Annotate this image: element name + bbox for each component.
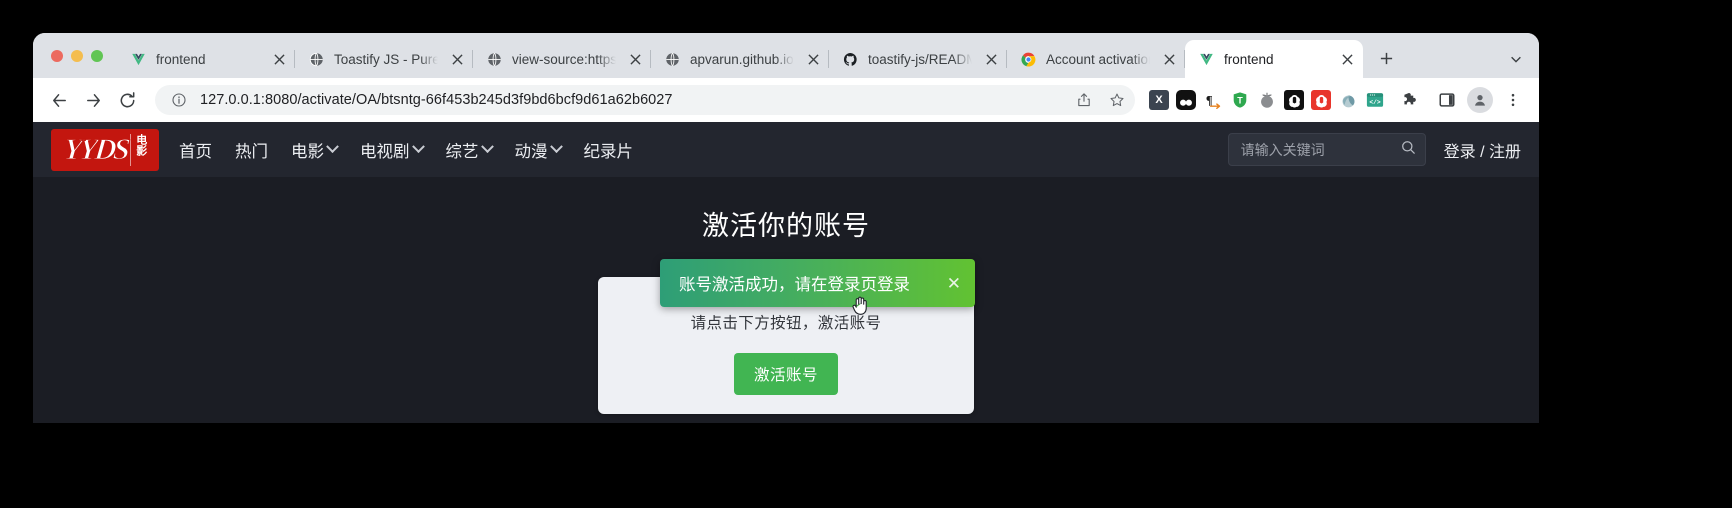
site-header: YYDS 电影 首页 热门 电影 电视剧 综艺 动漫 纪录片 请输入关键词 登录… xyxy=(33,122,1539,177)
close-tab-button[interactable] xyxy=(625,49,645,69)
chevron-down-icon xyxy=(480,140,494,154)
nav-item-label: 电视剧 xyxy=(360,142,410,161)
tab-strip: frontend Toastify JS - Pure view-source:… xyxy=(33,33,1539,78)
close-tab-button[interactable] xyxy=(447,49,467,69)
github-icon xyxy=(842,51,859,68)
star-icon[interactable] xyxy=(1105,88,1129,112)
nav-item-label: 热门 xyxy=(235,142,268,161)
chevron-down-icon xyxy=(411,140,425,154)
close-tab-button[interactable] xyxy=(803,49,823,69)
browser-window: frontend Toastify JS - Pure view-source:… xyxy=(33,33,1539,423)
activate-account-button[interactable]: 激活账号 xyxy=(733,353,838,395)
nav-item-label: 首页 xyxy=(179,142,212,161)
nav-item-movies[interactable]: 电影 xyxy=(291,138,339,162)
nav-item-anime[interactable]: 动漫 xyxy=(514,138,563,162)
browser-tab-1[interactable]: frontend xyxy=(117,40,295,78)
chevron-down-icon xyxy=(326,140,339,154)
site-logo-mark: YYDS xyxy=(62,132,130,166)
globe-icon xyxy=(486,51,503,68)
forward-arrow-icon[interactable] xyxy=(77,84,109,116)
code-window-extension-icon[interactable]: </> xyxy=(1365,90,1385,110)
login-register-link[interactable]: 登录 / 注册 xyxy=(1444,138,1521,162)
browser-tab-5[interactable]: toastify-js/READM xyxy=(829,40,1007,78)
extension-icons: X ¶ T </> xyxy=(1145,90,1385,110)
tab-title: frontend xyxy=(1224,51,1274,67)
globe-icon xyxy=(664,51,681,68)
svg-text:</>: </> xyxy=(1369,99,1381,106)
site-nav: 首页 热门 电影 电视剧 综艺 动漫 纪录片 xyxy=(179,138,633,162)
toast-notification[interactable]: 账号激活成功，请在登录页登录 ✕ xyxy=(660,259,975,307)
person-avatar-icon[interactable] xyxy=(1467,87,1493,113)
globe-icon xyxy=(308,51,325,68)
browser-tab-6[interactable]: Account activation xyxy=(1007,40,1185,78)
maximize-window-button[interactable] xyxy=(91,49,103,62)
svg-text:¶: ¶ xyxy=(1205,93,1212,107)
back-arrow-icon[interactable] xyxy=(43,84,75,116)
toast-message: 账号激活成功，请在登录页登录 xyxy=(679,276,910,294)
tab-title: Toastify JS - Pure xyxy=(334,51,438,67)
swirl-extension-icon[interactable] xyxy=(1338,90,1358,110)
openai-red-extension-icon[interactable] xyxy=(1311,90,1331,110)
nav-item-tv-series[interactable]: 电视剧 xyxy=(360,138,425,162)
nav-item-documentary[interactable]: 纪录片 xyxy=(584,138,634,162)
new-tab-button[interactable] xyxy=(1371,43,1401,73)
chrome-icon xyxy=(1020,51,1037,68)
close-window-button[interactable] xyxy=(51,49,63,62)
three-dot-menu-icon[interactable] xyxy=(1497,84,1529,116)
panda-extension-icon[interactable] xyxy=(1176,90,1196,110)
card-instruction-text: 请点击下方按钮，激活账号 xyxy=(690,315,882,332)
tomato-timer-extension-icon[interactable] xyxy=(1257,90,1277,110)
site-logo-sub: 电影 xyxy=(130,133,147,166)
nav-item-variety[interactable]: 综艺 xyxy=(445,138,494,162)
browser-toolbar: 127.0.0.1:8080/activate/OA/btsntg-66f453… xyxy=(33,78,1539,122)
vue-icon xyxy=(130,51,147,68)
nav-item-label: 电影 xyxy=(291,142,324,161)
tab-title: apvarun.github.io/ xyxy=(690,51,794,67)
nav-item-label: 综艺 xyxy=(445,142,479,161)
openai-dark-extension-icon[interactable] xyxy=(1284,90,1304,110)
browser-tab-3[interactable]: view-source:https xyxy=(473,40,651,78)
share-icon[interactable] xyxy=(1072,88,1096,112)
x-extension-icon[interactable]: X xyxy=(1149,90,1169,110)
search-input[interactable]: 请输入关键词 xyxy=(1241,140,1400,160)
x-extension-glyph: X xyxy=(1155,94,1163,106)
info-circle-icon[interactable] xyxy=(167,88,191,112)
close-tab-button[interactable] xyxy=(269,49,289,69)
side-panel-icon[interactable] xyxy=(1431,84,1463,116)
puzzle-piece-icon[interactable] xyxy=(1395,84,1427,116)
shield-t-extension-icon[interactable]: T xyxy=(1230,90,1250,110)
page-viewport: YYDS 电影 首页 热门 电影 电视剧 综艺 动漫 纪录片 请输入关键词 登录… xyxy=(33,122,1539,423)
paragraph-extension-icon[interactable]: ¶ xyxy=(1203,90,1223,110)
page-title: 激活你的账号 xyxy=(702,211,870,241)
minimize-window-button[interactable] xyxy=(71,49,83,62)
site-logo[interactable]: YYDS 电影 xyxy=(51,128,159,171)
window-traffic-lights xyxy=(45,33,117,78)
vue-icon xyxy=(1198,51,1215,68)
browser-tab-4[interactable]: apvarun.github.io/ xyxy=(651,40,829,78)
close-tab-button[interactable] xyxy=(1337,49,1357,69)
close-icon[interactable]: ✕ xyxy=(945,275,963,292)
address-bar-url: 127.0.0.1:8080/activate/OA/btsntg-66f453… xyxy=(200,92,673,108)
nav-item-label: 动漫 xyxy=(514,142,548,161)
toolbar-right-controls xyxy=(1387,84,1529,116)
tab-title: frontend xyxy=(156,51,206,67)
svg-text:T: T xyxy=(1237,96,1243,106)
close-tab-button[interactable] xyxy=(1159,49,1179,69)
tab-title: Account activation xyxy=(1046,51,1150,67)
search-box[interactable]: 请输入关键词 xyxy=(1227,133,1426,166)
nav-item-label: 纪录片 xyxy=(583,142,634,161)
tab-title: view-source:https xyxy=(512,51,616,67)
address-bar[interactable]: 127.0.0.1:8080/activate/OA/btsntg-66f453… xyxy=(155,85,1135,115)
browser-tab-2[interactable]: Toastify JS - Pure xyxy=(295,40,473,78)
reload-icon[interactable] xyxy=(111,84,143,116)
site-header-right: 请输入关键词 登录 / 注册 xyxy=(1227,133,1521,166)
search-icon[interactable] xyxy=(1400,139,1417,161)
chevron-down-icon[interactable] xyxy=(1501,40,1531,78)
tab-title: toastify-js/READM xyxy=(868,51,972,67)
nav-item-hot[interactable]: 热门 xyxy=(235,138,268,162)
browser-tab-7-active[interactable]: frontend xyxy=(1185,40,1363,78)
close-tab-button[interactable] xyxy=(981,49,1001,69)
nav-item-home[interactable]: 首页 xyxy=(179,138,212,162)
chevron-down-icon xyxy=(549,140,563,154)
